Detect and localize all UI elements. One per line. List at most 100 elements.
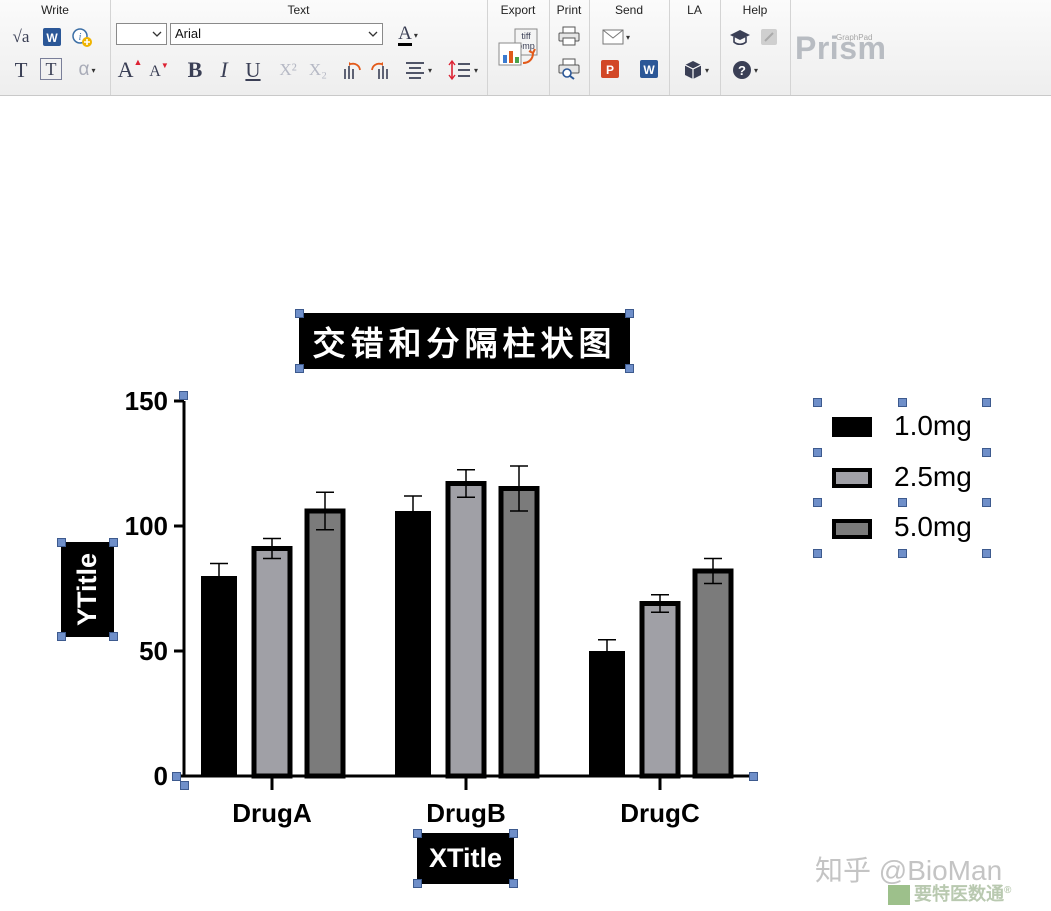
selection-handle[interactable] (982, 498, 991, 507)
font-size-select[interactable] (116, 23, 167, 45)
bar (498, 486, 540, 779)
rotate-left-icon[interactable] (340, 58, 364, 82)
axis-handle[interactable] (180, 781, 189, 790)
selection-handle[interactable] (813, 448, 822, 457)
selection-handle[interactable] (295, 309, 304, 318)
font-name-value: Arial (175, 26, 202, 41)
bar (445, 481, 487, 779)
word-icon[interactable]: W (638, 58, 660, 80)
bar (251, 546, 293, 779)
selection-handle[interactable] (509, 879, 518, 888)
chevron-down-icon (368, 31, 378, 37)
selection-handle[interactable] (813, 549, 822, 558)
legend-label-1: 1.0mg (894, 410, 972, 441)
selection-handle[interactable] (982, 398, 991, 407)
x-tick-label: DrugC (620, 798, 700, 828)
word-object-icon[interactable]: W (41, 26, 63, 48)
selection-handle[interactable] (109, 632, 118, 641)
bar (692, 568, 734, 779)
bar (304, 508, 346, 779)
bar (589, 651, 625, 776)
selection-handle[interactable] (625, 364, 634, 373)
superscript-icon[interactable]: X² (276, 58, 300, 82)
export-group-title: Export (500, 3, 536, 17)
watermark-sub-text: 要特医数通 (914, 884, 1004, 904)
svg-text:W: W (46, 31, 58, 45)
selection-handle[interactable] (813, 398, 822, 407)
disabled-help-icon[interactable] (758, 26, 780, 48)
axis-handle[interactable] (179, 391, 188, 400)
selection-handle[interactable] (813, 498, 822, 507)
underline-icon[interactable]: U (242, 57, 264, 83)
la-group-title: LA (687, 3, 702, 17)
selection-handle[interactable] (509, 829, 518, 838)
legend-label-2: 2.5mg (894, 461, 972, 492)
x-tick-label: DrugB (426, 798, 505, 828)
line-spacing-icon[interactable]: ▾ (444, 58, 482, 82)
selection-handle[interactable] (982, 448, 991, 457)
axis-handle[interactable] (749, 772, 758, 781)
font-name-select[interactable]: Arial (170, 23, 383, 45)
send-group: Send ▾ P W (589, 0, 670, 95)
selection-handle[interactable] (413, 829, 422, 838)
bar (201, 576, 237, 776)
selection-handle[interactable] (109, 538, 118, 547)
equation-icon[interactable]: √a (9, 26, 33, 48)
svg-text:P: P (606, 63, 614, 77)
selection-handle[interactable] (898, 549, 907, 558)
legend-swatch-3 (832, 519, 872, 539)
y-axis-title-box[interactable]: YTitle (61, 542, 114, 637)
prism-logo: Prism (795, 30, 887, 66)
rotate-right-icon[interactable] (368, 58, 392, 82)
write-group-title: Write (41, 3, 69, 17)
text-group: Text Arial A ▾ A ▲ A ▼ B I U X² X₂ ▾ ▾ (110, 0, 488, 95)
legend-label-3: 5.0mg (894, 511, 972, 542)
align-dropdown-icon[interactable]: ▾ (398, 58, 438, 82)
write-group: Write √a W i T T α ▾ (0, 0, 111, 95)
graduation-cap-icon[interactable] (728, 26, 752, 48)
selection-handle[interactable] (982, 549, 991, 558)
text-box-icon[interactable]: T (40, 58, 62, 80)
y-axis-title: YTitle (72, 552, 102, 627)
tiff-label: tiff (521, 31, 531, 41)
svg-text:i: i (79, 32, 82, 43)
selection-handle[interactable] (413, 879, 422, 888)
selection-handle[interactable] (898, 498, 907, 507)
selection-handle[interactable] (295, 364, 304, 373)
export-group: Export tiff bmp (487, 0, 550, 95)
powerpoint-icon[interactable]: P (599, 58, 621, 80)
text-tool-icon[interactable]: T (10, 58, 32, 82)
x-tick-label: DrugA (232, 798, 312, 828)
send-group-title: Send (614, 3, 644, 17)
symbol-dropdown-icon[interactable]: α ▾ (72, 58, 102, 82)
watermark-reg: ® (1004, 885, 1012, 896)
font-color-icon[interactable]: A ▾ (388, 22, 428, 48)
selection-handle[interactable] (625, 309, 634, 318)
chart-title[interactable]: 交错和分隔柱状图 (299, 313, 630, 369)
bold-icon[interactable]: B (184, 57, 206, 83)
cube-dropdown-icon[interactable]: ▾ (679, 58, 713, 82)
axis-handle[interactable] (172, 772, 181, 781)
bar-chart: 0 50 100 150 DrugA DrugB DrugC (125, 386, 755, 828)
help-dropdown-icon[interactable]: ? ▾ (728, 58, 762, 82)
y-tick-label: 50 (139, 636, 168, 666)
print-preview-icon[interactable] (558, 58, 580, 80)
grow-font-icon[interactable]: A ▲ (118, 57, 143, 83)
email-dropdown-icon[interactable]: ▾ (599, 27, 633, 47)
info-add-icon[interactable]: i (70, 26, 94, 48)
x-axis-title[interactable]: XTitle (417, 833, 514, 884)
italic-icon[interactable]: I (214, 57, 234, 83)
selection-handle[interactable] (898, 398, 907, 407)
bar (395, 511, 431, 776)
selection-handle[interactable] (57, 538, 66, 547)
subscript-icon[interactable]: X₂ (306, 58, 330, 82)
export-file-icon[interactable]: tiff bmp (496, 26, 542, 70)
chevron-down-icon (152, 31, 162, 37)
shrink-font-icon[interactable]: A ▼ (148, 61, 170, 83)
svg-text:?: ? (738, 63, 746, 78)
selection-handle[interactable] (57, 632, 66, 641)
help-group: Help ? ▾ (720, 0, 791, 95)
help-group-title: Help (742, 3, 768, 17)
printer-icon[interactable] (558, 25, 580, 47)
print-group-title: Print (556, 3, 582, 17)
